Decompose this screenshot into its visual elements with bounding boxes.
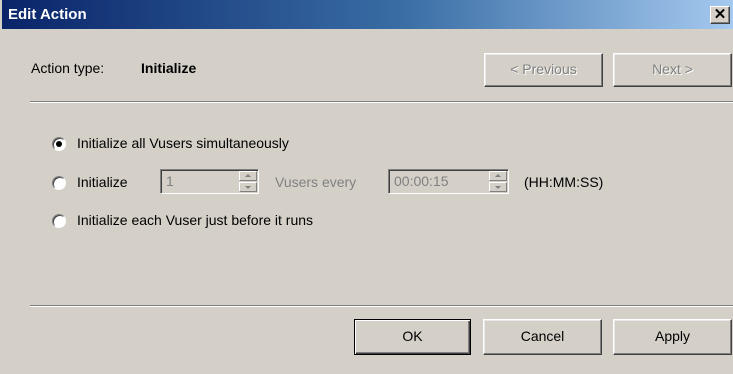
radio-initialize-before-run[interactable] (52, 214, 66, 228)
radio-selected-dot (56, 141, 62, 147)
header-separator (30, 101, 733, 103)
close-button[interactable]: ✕ (710, 6, 730, 24)
vuser-count-spin-buttons (239, 171, 257, 192)
window-title: Edit Action (8, 6, 87, 23)
radio-initialize-all-simultaneously[interactable] (52, 137, 66, 151)
next-button-label: Next > (652, 61, 693, 77)
ok-button-label: OK (402, 328, 423, 344)
arrow-up-icon (495, 174, 501, 177)
edit-action-dialog: Edit Action ✕ Action type: Initialize < … (0, 0, 733, 374)
previous-button-label: < Previous (510, 61, 577, 77)
radio-initialize-gradually[interactable] (52, 176, 66, 190)
previous-button[interactable]: < Previous (484, 53, 603, 87)
cancel-button-label: Cancel (520, 328, 565, 344)
apply-button-label: Apply (654, 328, 691, 344)
action-type-label: Action type: (31, 60, 105, 76)
interval-down-button[interactable] (489, 182, 507, 192)
apply-button[interactable]: Apply (613, 319, 732, 355)
vusers-every-label: Vusers every (275, 174, 357, 190)
close-icon: ✕ (713, 6, 727, 23)
next-button[interactable]: Next > (613, 53, 732, 87)
title-bar[interactable]: Edit Action ✕ (2, 0, 733, 29)
interval-unit-label: (HH:MM:SS) (524, 174, 604, 190)
ok-button[interactable]: OK (354, 319, 471, 355)
footer-separator (30, 305, 733, 307)
interval-up-button[interactable] (489, 171, 507, 181)
arrow-down-icon (245, 186, 251, 189)
option-gradual-prefix-label[interactable]: Initialize (77, 174, 128, 190)
option-all-simultaneously-label[interactable]: Initialize all Vusers simultaneously (77, 135, 289, 151)
vuser-count-down-button[interactable] (239, 182, 257, 192)
interval-spin-buttons (489, 171, 507, 192)
action-type-value: Initialize (141, 60, 197, 76)
arrow-up-icon (245, 174, 251, 177)
option-each-before-run-label[interactable]: Initialize each Vuser just before it run… (77, 212, 313, 228)
vuser-count-value: 1 (166, 173, 174, 189)
vuser-count-up-button[interactable] (239, 171, 257, 181)
interval-value: 00:00:15 (394, 173, 449, 189)
arrow-down-icon (495, 186, 501, 189)
cancel-button[interactable]: Cancel (483, 319, 602, 355)
interval-spinner[interactable]: 00:00:15 (388, 169, 509, 194)
vuser-count-spinner[interactable]: 1 (160, 169, 259, 194)
